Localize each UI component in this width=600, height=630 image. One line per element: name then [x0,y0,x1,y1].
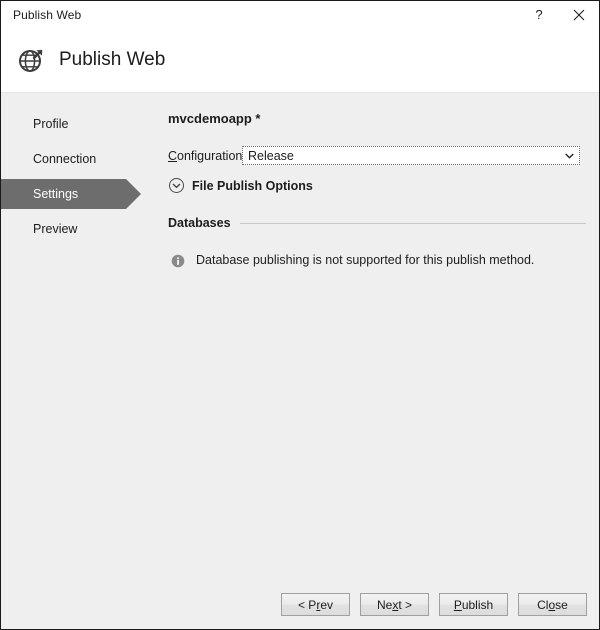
close-label-accesskey: o [548,597,556,612]
sidebar-item-label: Connection [33,152,97,166]
configuration-label: Configuration: [168,148,246,163]
publish-button[interactable]: Publish [439,593,508,616]
next-label-before: Ne [376,597,393,612]
close-label-after: se [555,597,568,612]
title-bar: Publish Web ? [1,1,599,28]
sidebar-item-settings[interactable]: Settings [1,179,141,209]
configuration-row: Configuration: Release [168,146,580,165]
dialog-footer: < Pr ev Ne x t > Publish Cl o se [281,593,587,616]
configuration-select[interactable]: Release [242,146,580,165]
section-divider [239,222,586,224]
databases-section-title: Databases [168,216,231,230]
prev-button[interactable]: < Pr ev [281,593,350,616]
page-title: Publish Web [59,49,166,70]
prev-label-after: ev [320,597,334,612]
chevron-down-circle-icon [169,178,184,193]
next-button[interactable]: Ne x t > [360,593,429,616]
configuration-label-accesskey: C [168,148,178,163]
close-label-before: Cl [537,597,549,612]
sidebar-item-label: Settings [33,187,79,201]
sidebar-item-connection[interactable]: Connection [1,144,163,174]
configuration-label-rest: onfiguration: [177,148,246,163]
app-name-heading: mvcdemoapp * [168,111,261,126]
publish-label-after: ublish [461,597,494,612]
publish-web-dialog: Publish Web ? Publish Web Profile Connec… [0,0,600,630]
help-button[interactable]: ? [519,2,559,28]
info-icon [171,254,185,268]
sidebar-item-label: Preview [33,222,78,236]
close-icon [573,9,585,21]
sidebar-item-profile[interactable]: Profile [1,109,163,139]
databases-section-header: Databases [168,216,586,230]
sidebar-top-spacer [1,93,163,109]
window-title: Publish Web [13,7,82,22]
close-button[interactable]: Cl o se [518,593,587,616]
question-mark-icon: ? [535,7,543,22]
configuration-value: Release [248,148,294,163]
publish-label-accesskey: P [453,597,462,612]
file-publish-options-expander[interactable]: File Publish Options [169,178,313,193]
dialog-body: Profile Connection Settings Preview mvcd… [1,93,599,629]
settings-panel: mvcdemoapp * Configuration: Release File… [163,93,599,629]
globe-publish-icon [15,43,49,77]
file-publish-options-label: File Publish Options [192,178,313,193]
sidebar: Profile Connection Settings Preview [1,93,163,629]
databases-info-message: Database publishing is not supported for… [196,253,535,267]
prev-label-before: < P [297,597,317,612]
next-label-after: t > [398,597,413,612]
databases-info-row: Database publishing is not supported for… [171,253,534,268]
dialog-header: Publish Web [1,28,599,93]
sidebar-item-label: Profile [33,117,69,131]
close-window-button[interactable] [559,2,599,28]
sidebar-item-preview[interactable]: Preview [1,214,163,244]
chevron-down-icon [561,153,577,159]
